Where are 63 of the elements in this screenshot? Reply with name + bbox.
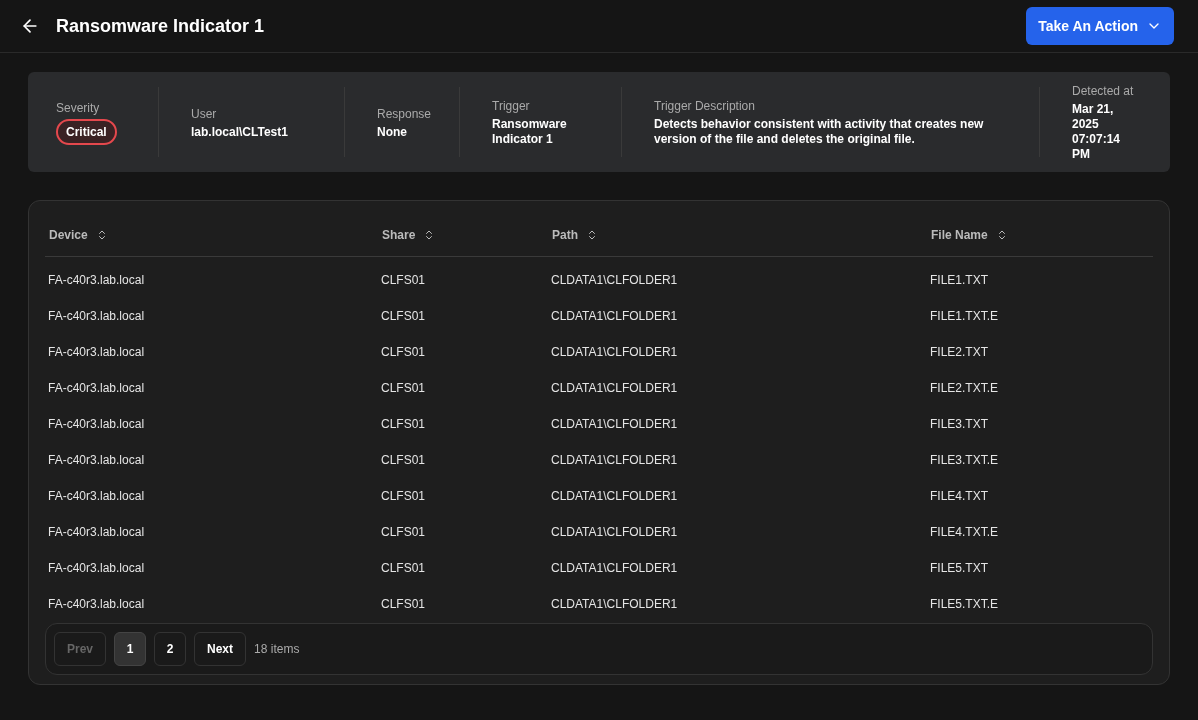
table-cell: FA-c40r3.lab.local (48, 453, 145, 467)
severity-badge: Critical (56, 119, 117, 145)
field-value: Mar 21, 2025 07:07:14 PM (1072, 102, 1122, 162)
table-cell: FILE2.TXT.E (930, 381, 999, 395)
column-header[interactable]: Device (49, 225, 108, 244)
field-label: Trigger (492, 98, 531, 115)
table-cell: FA-c40r3.lab.local (48, 489, 145, 503)
table-cell: FILE4.TXT.E (930, 525, 999, 539)
table-cell: CLDATA1\CLFOLDER1 (551, 381, 678, 395)
table-cell: FILE2.TXT (930, 345, 988, 359)
table-cell: CLFS01 (381, 561, 426, 575)
table-cell: CLFS01 (381, 309, 426, 323)
field-value: lab.local\CLTest1 (191, 124, 288, 140)
column-header[interactable]: Share (382, 225, 436, 244)
table-cell: FA-c40r3.lab.local (48, 417, 145, 431)
table-cell: FILE4.TXT (930, 489, 988, 503)
sort-icon (586, 228, 598, 241)
table-cell: FILE3.TXT.E (930, 453, 999, 467)
table-cell: CLFS01 (381, 453, 426, 467)
table-cell: CLDATA1\CLFOLDER1 (551, 309, 678, 323)
table-cell: FA-c40r3.lab.local (48, 561, 145, 575)
field-value: Ransomware Indicator 1 (492, 117, 568, 147)
table-cell: FA-c40r3.lab.local (48, 345, 145, 359)
next-button[interactable]: Next (194, 632, 247, 666)
field-value: None (377, 124, 408, 140)
item-count: 18 items (254, 641, 300, 658)
table-cell: CLFS01 (381, 489, 426, 503)
table-cell: CLDATA1\CLFOLDER1 (551, 597, 678, 611)
table-cell: FA-c40r3.lab.local (48, 597, 145, 611)
table-cell: FILE1.TXT.E (930, 309, 999, 323)
table-cell: FA-c40r3.lab.local (48, 525, 145, 539)
page-title: Ransomware Indicator 1 (56, 14, 265, 38)
table-cell: FILE5.TXT (930, 561, 988, 575)
field-label: Trigger Description (654, 98, 756, 115)
table-cell: CLDATA1\CLFOLDER1 (551, 453, 678, 467)
action-dropdown-button[interactable]: Take An Action (1026, 7, 1174, 45)
table-cell: FA-c40r3.lab.local (48, 309, 145, 323)
table-cell: FA-c40r3.lab.local (48, 381, 145, 395)
page-button[interactable]: 1 (114, 632, 147, 666)
field-label: Detected at (1072, 83, 1135, 100)
table-cell: CLFS01 (381, 345, 426, 359)
table-cell: FILE3.TXT (930, 417, 988, 431)
table-cell: CLDATA1\CLFOLDER1 (551, 345, 678, 359)
page-button[interactable]: 2 (154, 632, 187, 666)
table-cell: FILE5.TXT.E (930, 597, 999, 611)
table-cell: FILE1.TXT (930, 273, 988, 287)
table-cell: CLFS01 (381, 525, 426, 539)
field-label: User (191, 105, 218, 123)
table-cell: FA-c40r3.lab.local (48, 273, 145, 287)
table-cell: CLFS01 (381, 273, 426, 287)
field-label: Response (377, 105, 432, 123)
table-cell: CLDATA1\CLFOLDER1 (551, 417, 678, 431)
table-cell: CLDATA1\CLFOLDER1 (551, 273, 678, 287)
column-header[interactable]: Path (552, 225, 598, 244)
table-cell: CLDATA1\CLFOLDER1 (551, 525, 678, 539)
table-cell: CLDATA1\CLFOLDER1 (551, 489, 678, 503)
field-value: Detects behavior consistent with activity that creates new version of the file and deletes the original file. (654, 117, 985, 147)
table-cell: CLFS01 (381, 597, 426, 611)
table-cell: CLFS01 (381, 381, 426, 395)
table-cell: CLFS01 (381, 417, 426, 431)
column-header[interactable]: File Name (931, 225, 1008, 244)
field-label: Severity (56, 100, 101, 117)
table-cell: CLDATA1\CLFOLDER1 (551, 561, 678, 575)
